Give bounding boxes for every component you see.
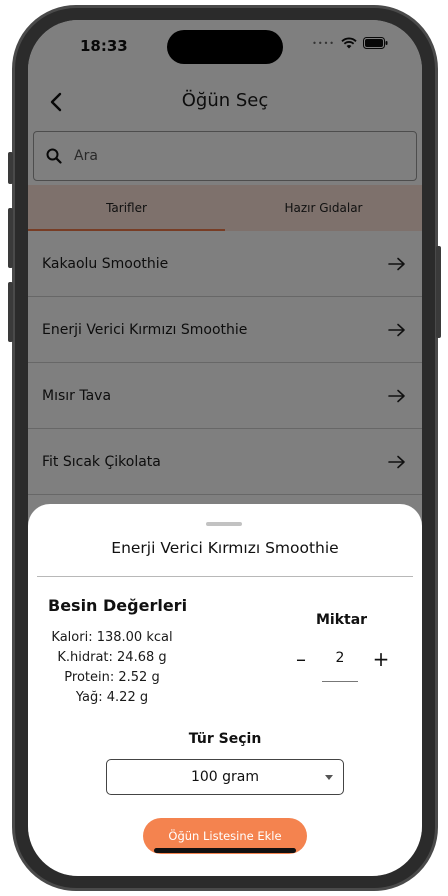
nutrition-calories: Kalori: 138.00 kcal — [51, 630, 173, 645]
sheet-title: Enerji Verici Kırmızı Smoothie — [111, 539, 339, 557]
type-label: Tür Seçin — [188, 731, 262, 747]
home-indicator — [154, 848, 296, 853]
type-selected-value: 100 gram — [190, 769, 260, 785]
sheet-divider — [37, 576, 413, 577]
volume-up-button — [8, 208, 13, 268]
quantity-increment-button[interactable]: + — [370, 647, 392, 671]
nutrition-fat: Yağ: 4.22 g — [75, 690, 149, 705]
quantity-label: Miktar — [316, 612, 368, 628]
screen: 18:33 •••• Öğün Seç — [28, 20, 422, 876]
nutrition-carbs: K.hidrat: 24.68 g — [57, 650, 167, 665]
nutrition-title: Besin Değerleri — [48, 596, 188, 615]
power-button — [436, 246, 441, 338]
mute-switch — [8, 152, 13, 184]
quantity-value[interactable]: 2 — [322, 650, 358, 666]
nutrition-values: Kalori: 138.00 kcal K.hidrat: 24.68 g Pr… — [42, 628, 182, 708]
quantity-decrement-button[interactable]: – — [290, 647, 312, 671]
caret-down-icon — [325, 775, 333, 780]
type-select[interactable]: 100 gram — [106, 759, 344, 795]
volume-down-button — [8, 282, 13, 342]
bottom-sheet: Enerji Verici Kırmızı Smoothie Besin Değ… — [28, 504, 422, 876]
quantity-underline — [322, 681, 358, 682]
nutrition-protein: Protein: 2.52 g — [64, 670, 160, 685]
sheet-grabber[interactable] — [206, 522, 242, 526]
